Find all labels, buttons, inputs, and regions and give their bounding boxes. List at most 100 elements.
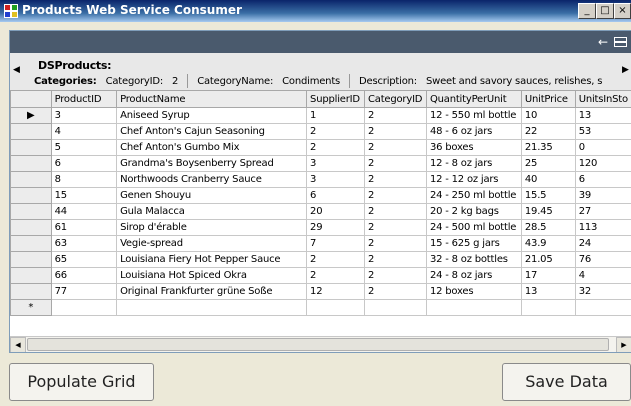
table-row[interactable]: 5 Chef Anton's Gumbo Mix 2 2 36 boxes 21.35 0	[10, 139, 631, 156]
table-cell[interactable]: 29	[306, 219, 365, 236]
table-cell[interactable]: Louisiana Hot Spiced Okra	[116, 267, 308, 284]
column-header[interactable]: QuantityPerUnit	[425, 90, 522, 108]
table-cell[interactable]: 48 - 6 oz jars	[425, 123, 522, 140]
maximize-button[interactable]: □	[596, 3, 614, 19]
table-cell[interactable]: 1	[306, 107, 365, 124]
row-header[interactable]	[10, 187, 52, 204]
table-cell[interactable]: 15 - 625 g jars	[425, 235, 522, 252]
horizontal-scrollbar[interactable]: ◀ ▶	[10, 336, 631, 352]
table-row[interactable]: 44 Gula Malacca 20 2 20 - 2 kg bags 19.45 27	[10, 203, 631, 220]
table-cell[interactable]: 2	[306, 267, 365, 284]
table-cell[interactable]: 24 - 8 oz jars	[425, 267, 522, 284]
table-cell[interactable]: 6	[574, 171, 631, 188]
table-cell[interactable]: 5	[50, 139, 118, 156]
table-cell[interactable]: Chef Anton's Gumbo Mix	[116, 139, 308, 156]
table-row[interactable]: 15 Genen Shouyu 6 2 24 - 250 ml bottle 15.5 39	[10, 187, 631, 204]
table-cell[interactable]: 2	[363, 267, 427, 284]
table-cell[interactable]: 12	[306, 283, 365, 300]
table-cell[interactable]	[425, 299, 522, 316]
table-cell[interactable]: Genen Shouyu	[116, 187, 308, 204]
table-cell[interactable]: 6	[306, 187, 365, 204]
table-row[interactable]: 4 Chef Anton's Cajun Seasoning 2 2 48 - 6 oz…	[10, 123, 631, 140]
table-cell[interactable]: 2	[363, 155, 427, 172]
table-row[interactable]: 66 Louisiana Hot Spiced Okra 2 2 24 - 8 oz j…	[10, 267, 631, 284]
row-header[interactable]	[10, 171, 52, 188]
table-row[interactable]: 8 Northwoods Cranberry Sauce 3 2 12 - 12 oz …	[10, 171, 631, 188]
table-cell[interactable]: 113	[574, 219, 631, 236]
table-cell[interactable]: 120	[574, 155, 631, 172]
table-cell[interactable]: 3	[50, 107, 118, 124]
table-cell[interactable]: 2	[306, 123, 365, 140]
table-cell[interactable]: Chef Anton's Cajun Seasoning	[116, 123, 308, 140]
table-cell[interactable]: 2	[363, 107, 427, 124]
row-header[interactable]	[10, 267, 52, 284]
table-cell[interactable]: 2	[363, 235, 427, 252]
table-cell[interactable]: 27	[574, 203, 631, 220]
table-cell[interactable]: 2	[363, 123, 427, 140]
table-cell[interactable]: 77	[50, 283, 118, 300]
table-cell[interactable]: 20 - 2 kg bags	[425, 203, 522, 220]
table-cell[interactable]: 12 - 8 oz jars	[425, 155, 522, 172]
scrollbar-thumb[interactable]	[27, 338, 609, 351]
products-datagrid[interactable]: ← ◀ DSProducts: Categories: CategoryID: …	[9, 30, 631, 353]
table-cell[interactable]: 36 boxes	[425, 139, 522, 156]
row-header[interactable]	[10, 283, 52, 300]
table-cell[interactable]: 12 - 12 oz jars	[425, 171, 522, 188]
table-cell[interactable]: Northwoods Cranberry Sauce	[116, 171, 308, 188]
back-arrow-icon[interactable]: ←	[598, 35, 608, 49]
table-cell[interactable]: Aniseed Syrup	[116, 107, 308, 124]
save-data-button[interactable]: Save Data	[502, 363, 631, 401]
column-header[interactable]: ProductID	[50, 90, 118, 108]
column-header[interactable]: UnitPrice	[520, 90, 576, 108]
table-cell[interactable]: Vegie-spread	[116, 235, 308, 252]
table-cell[interactable]: 24 - 500 ml bottle	[425, 219, 522, 236]
table-cell[interactable]: Original Frankfurter grüne Soße	[116, 283, 308, 300]
table-cell[interactable]	[116, 299, 308, 316]
table-cell[interactable]: 61	[50, 219, 118, 236]
table-cell[interactable]	[520, 299, 576, 316]
table-cell[interactable]: 76	[574, 251, 631, 268]
column-header[interactable]: UnitsInSto	[574, 90, 631, 108]
table-cell[interactable]: 25	[520, 155, 576, 172]
table-cell[interactable]: 21.05	[520, 251, 576, 268]
table-cell[interactable]: 39	[574, 187, 631, 204]
table-cell[interactable]: 13	[574, 107, 631, 124]
table-cell[interactable]	[306, 299, 365, 316]
row-header[interactable]	[10, 203, 52, 220]
table-cell[interactable]: 6	[50, 155, 118, 172]
table-cell[interactable]: 3	[306, 171, 365, 188]
table-cell[interactable]: 28.5	[520, 219, 576, 236]
table-cell[interactable]: 7	[306, 235, 365, 252]
table-cell[interactable]: 32	[574, 283, 631, 300]
table-cell[interactable]: 2	[363, 203, 427, 220]
table-cell[interactable]: Louisiana Fiery Hot Pepper Sauce	[116, 251, 308, 268]
table-cell[interactable]: Sirop d'érable	[116, 219, 308, 236]
table-cell[interactable]: 24 - 250 ml bottle	[425, 187, 522, 204]
close-button[interactable]: ×	[614, 3, 631, 19]
table-cell[interactable]: 15.5	[520, 187, 576, 204]
populate-grid-button[interactable]: Populate Grid	[9, 363, 154, 401]
table-cell[interactable]: 2	[363, 283, 427, 300]
minimize-button[interactable]: _	[578, 3, 596, 19]
table-cell[interactable]: 53	[574, 123, 631, 140]
column-header[interactable]: CategoryID	[363, 90, 427, 108]
table-cell[interactable]: 40	[520, 171, 576, 188]
row-header[interactable]	[10, 251, 52, 268]
table-cell[interactable]: 43.9	[520, 235, 576, 252]
table-cell[interactable]: 2	[363, 171, 427, 188]
column-header[interactable]: ProductName	[116, 90, 308, 108]
parent-scroll-right-icon[interactable]: ▶	[622, 65, 629, 75]
table-cell[interactable]: 2	[363, 219, 427, 236]
table-row[interactable]: 61 Sirop d'érable 29 2 24 - 500 ml bottle 28.…	[10, 219, 631, 236]
table-cell[interactable]: 20	[306, 203, 365, 220]
table-cell[interactable]: 2	[363, 251, 427, 268]
new-row[interactable]: *	[10, 299, 631, 316]
table-cell[interactable]	[50, 299, 118, 316]
table-cell[interactable]: 3	[306, 155, 365, 172]
table-cell[interactable]: 8	[50, 171, 118, 188]
table-row[interactable]: 77 Original Frankfurter grüne Soße 12 2 12 b…	[10, 283, 631, 300]
current-row-indicator[interactable]: ▶	[10, 107, 52, 124]
table-cell[interactable]: 12 boxes	[425, 283, 522, 300]
table-cell[interactable]	[574, 299, 631, 316]
table-cell[interactable]	[363, 299, 427, 316]
